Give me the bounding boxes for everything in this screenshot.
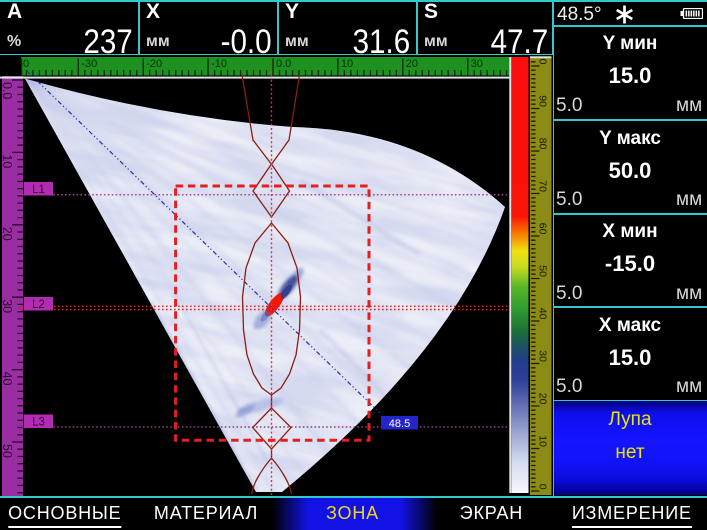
svg-text:0.0: 0.0 bbox=[276, 58, 291, 70]
svg-text:0.0: 0.0 bbox=[0, 82, 14, 99]
svg-text:-30: -30 bbox=[81, 58, 97, 70]
svg-text:10: 10 bbox=[341, 58, 353, 70]
svg-text:0: 0 bbox=[537, 484, 549, 490]
svg-text:L2: L2 bbox=[32, 299, 45, 311]
svg-text:10: 10 bbox=[0, 154, 14, 168]
svg-text:50: 50 bbox=[537, 265, 549, 277]
svg-text:80: 80 bbox=[537, 138, 549, 150]
svg-text:40: 40 bbox=[0, 372, 14, 386]
svg-text:L1: L1 bbox=[32, 184, 45, 196]
svg-text:-20: -20 bbox=[146, 58, 162, 70]
svg-text:30: 30 bbox=[471, 58, 483, 70]
svg-text:20: 20 bbox=[537, 393, 549, 405]
svg-text:0: 0 bbox=[23, 58, 29, 70]
svg-text:40: 40 bbox=[537, 308, 549, 320]
svg-text:48.5: 48.5 bbox=[389, 418, 410, 430]
svg-text:30: 30 bbox=[0, 299, 14, 313]
svg-text:20: 20 bbox=[0, 227, 14, 241]
svg-text:20: 20 bbox=[406, 58, 418, 70]
svg-text:90: 90 bbox=[537, 95, 549, 107]
svg-text:30: 30 bbox=[537, 350, 549, 362]
svg-text:10: 10 bbox=[537, 435, 549, 447]
svg-text:-10: -10 bbox=[211, 58, 227, 70]
svg-text:50: 50 bbox=[0, 444, 14, 458]
svg-text:L3: L3 bbox=[32, 417, 45, 429]
svg-text:70: 70 bbox=[537, 180, 549, 192]
svg-text:60: 60 bbox=[537, 223, 549, 235]
